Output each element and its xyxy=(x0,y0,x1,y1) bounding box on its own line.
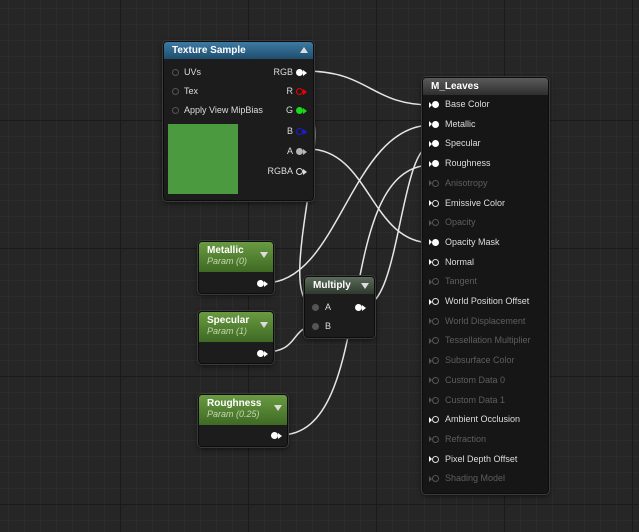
refraction-input-pin[interactable] xyxy=(432,435,439,443)
emissive-color-input-pin[interactable] xyxy=(432,199,439,207)
tex-input-pin[interactable] xyxy=(172,88,179,95)
refraction-input-label: Refraction xyxy=(445,433,487,444)
collapse-icon[interactable] xyxy=(300,47,308,53)
a-output-pin[interactable] xyxy=(296,148,303,155)
metallic-param-node[interactable]: Metallic Param (0) xyxy=(198,241,274,294)
rgb-output-label: RGB xyxy=(273,67,293,77)
base-color-input-label: Base Color xyxy=(445,99,490,109)
roughness-param-node[interactable]: Roughness Param (0.25) xyxy=(198,394,288,447)
multiply-output-arrow xyxy=(362,304,366,311)
texture-sample-title: Texture Sample xyxy=(172,45,246,56)
multiply-title: Multiply xyxy=(313,280,351,291)
b-output-label: B xyxy=(286,126,293,136)
material-node[interactable]: M_Leaves Base Color Metallic Specular Rough… xyxy=(422,77,549,494)
specular-output-pin[interactable] xyxy=(257,350,264,357)
material-header[interactable]: M_Leaves xyxy=(423,78,548,95)
subsurface-color-input-label: Subsurface Color xyxy=(445,355,515,366)
multiply-output-pin[interactable] xyxy=(355,304,362,311)
opacity-mask-input-label: Opacity Mask xyxy=(445,236,500,247)
g-output-label: G xyxy=(285,105,293,115)
r-output-label: R xyxy=(286,86,294,96)
normal-input-pin[interactable] xyxy=(432,258,439,266)
texture-sample-node[interactable]: Texture Sample UVs Tex Apply View MipBia… xyxy=(163,41,314,201)
uvs-input-pin[interactable] xyxy=(172,69,179,76)
expand-icon[interactable] xyxy=(274,405,282,411)
expand-icon[interactable] xyxy=(260,252,268,258)
specular-param-header[interactable]: Specular Param (1) xyxy=(199,312,273,342)
subsurface-color-input-pin[interactable] xyxy=(432,357,439,365)
roughness-output-arrow xyxy=(278,432,282,439)
metallic-input-label: Metallic xyxy=(445,118,476,129)
specular-param-node[interactable]: Specular Param (1) xyxy=(198,311,274,364)
opacity-input-label: Opacity xyxy=(445,217,476,228)
specular-output-arrow xyxy=(264,350,268,357)
b-output-pin[interactable] xyxy=(296,128,303,135)
custom-data-0-input-pin[interactable] xyxy=(432,376,439,384)
ambient-occlusion-input-pin[interactable] xyxy=(432,416,439,424)
texture-preview xyxy=(168,124,238,194)
tessellation-multiplier-input-pin[interactable] xyxy=(432,337,439,345)
opacity-mask-input-pin[interactable] xyxy=(432,238,439,246)
expand-icon[interactable] xyxy=(361,283,369,289)
roughness-param-header[interactable]: Roughness Param (0.25) xyxy=(199,395,287,425)
tangent-input-label: Tangent xyxy=(445,276,478,287)
rgb-output-arrow xyxy=(303,69,307,76)
custom-data-1-input-pin[interactable] xyxy=(432,396,439,404)
emissive-color-input-label: Emissive Color xyxy=(445,197,506,208)
wire-rgb-to-base-color xyxy=(304,70,433,106)
r-output-pin[interactable] xyxy=(296,88,303,95)
wire-a-to-opacity-mask xyxy=(307,148,433,244)
ambient-occlusion-input-label: Ambient Occlusion xyxy=(445,414,521,425)
multiply-header[interactable]: Multiply xyxy=(305,277,374,294)
texture-sample-header[interactable]: Texture Sample xyxy=(164,42,313,59)
pixel-depth-offset-input-pin[interactable] xyxy=(432,455,439,463)
world-position-offset-input-pin[interactable] xyxy=(432,298,439,305)
roughness-input-pin[interactable] xyxy=(432,160,439,168)
uvs-input-label: UVs xyxy=(184,67,202,77)
world-displacement-input-pin[interactable] xyxy=(432,317,439,325)
base-color-input-pin[interactable] xyxy=(432,101,439,108)
shading-model-input-pin[interactable] xyxy=(432,475,439,483)
b-output-arrow xyxy=(303,128,307,135)
custom-data-0-input-label: Custom Data 0 xyxy=(445,374,506,385)
g-output-pin[interactable] xyxy=(296,107,303,114)
a-output-arrow xyxy=(303,148,307,155)
material-title: M_Leaves xyxy=(431,81,479,92)
multiply-b-label: B xyxy=(325,321,332,331)
tex-input-label: Tex xyxy=(184,86,199,96)
specular-input-pin[interactable] xyxy=(432,140,439,148)
tangent-input-pin[interactable] xyxy=(432,278,439,286)
specular-input-label: Specular xyxy=(445,138,481,149)
roughness-output-pin[interactable] xyxy=(271,432,278,439)
rgba-output-pin[interactable] xyxy=(296,168,303,175)
g-output-arrow xyxy=(303,107,307,114)
metallic-input-pin[interactable] xyxy=(432,120,439,128)
custom-data-1-input-label: Custom Data 1 xyxy=(445,394,506,405)
rgba-output-arrow xyxy=(303,168,307,175)
shading-model-input-label: Shading Model xyxy=(445,473,506,484)
r-output-arrow xyxy=(303,88,307,95)
multiply-a-input-pin[interactable] xyxy=(312,304,319,311)
rgb-output-pin[interactable] xyxy=(296,69,303,76)
mipbias-input-pin[interactable] xyxy=(172,107,179,114)
anisotropy-input-label: Anisotropy xyxy=(445,177,488,188)
normal-input-label: Normal xyxy=(445,256,475,267)
anisotropy-input-pin[interactable] xyxy=(432,179,439,187)
mipbias-input-label: Apply View MipBias xyxy=(184,105,263,115)
multiply-node[interactable]: Multiply A B xyxy=(304,276,375,338)
metallic-param-header[interactable]: Metallic Param (0) xyxy=(199,242,273,272)
expand-icon[interactable] xyxy=(260,322,268,328)
multiply-a-label: A xyxy=(325,302,332,312)
world-position-offset-input-label: World Position Offset xyxy=(445,296,530,306)
pixel-depth-offset-input-label: Pixel Depth Offset xyxy=(445,453,518,464)
opacity-input-pin[interactable] xyxy=(432,219,439,227)
metallic-output-pin[interactable] xyxy=(257,280,264,287)
multiply-b-input-pin[interactable] xyxy=(312,323,319,330)
roughness-input-label: Roughness xyxy=(445,158,491,169)
a-output-label: A xyxy=(286,146,293,156)
rgba-output-label: RGBA xyxy=(267,166,293,176)
tessellation-multiplier-input-label: Tessellation Multiplier xyxy=(445,335,531,346)
metallic-output-arrow xyxy=(264,280,268,287)
world-displacement-input-label: World Displacement xyxy=(445,315,526,326)
